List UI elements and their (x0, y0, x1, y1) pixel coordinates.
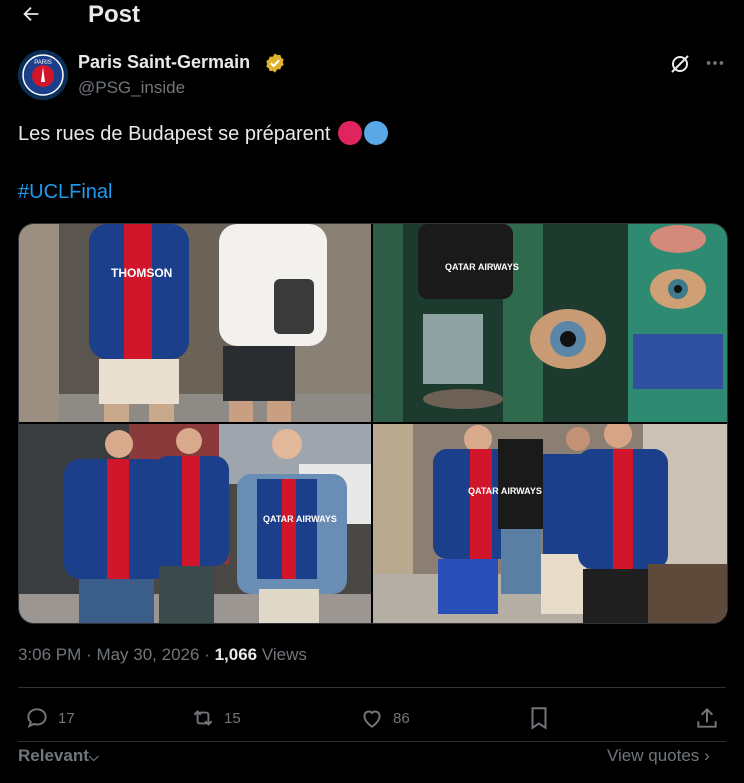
divider (18, 687, 726, 688)
view-quotes-link[interactable]: View quotes › (607, 746, 710, 766)
sort-dropdown[interactable]: Relevant⌵ (18, 746, 99, 766)
photo-2-sponsor-text: QATAR AIRWAYS (445, 262, 519, 272)
meta-separator: · (204, 645, 215, 664)
photo-4[interactable]: QATAR AIRWAYS (373, 424, 727, 623)
photo-2[interactable]: QATAR AIRWAYS (373, 224, 727, 422)
view-quotes-label: View quotes (607, 746, 700, 765)
page-title: Post (88, 1, 141, 28)
reply-button[interactable]: 17 (24, 704, 75, 732)
post-text-content: Les rues de Budapest se préparent (18, 123, 331, 145)
meta-separator: · (86, 645, 97, 664)
reply-count: 17 (58, 709, 75, 727)
heart-icon (363, 710, 381, 728)
photo-1-sponsor-text: THOMSON (111, 266, 173, 280)
avatar[interactable]: PARIS (18, 50, 68, 100)
hashtag-link[interactable]: #UCLFinal (18, 181, 112, 204)
view-count: 1,066 (214, 645, 258, 664)
bookmark-button[interactable] (526, 704, 552, 732)
media-grid: THOMSON QATAR AIRWAYS QATAR AIRWAYS QATA… (18, 223, 728, 624)
share-icon (697, 707, 717, 728)
views-label: Views (261, 645, 307, 664)
blue-circle-emoji (364, 121, 388, 145)
repost-count: 15 (224, 709, 241, 727)
avatar-logo-text: PARIS (34, 60, 52, 66)
photo-3[interactable]: QATAR AIRWAYS (19, 424, 371, 623)
post-date[interactable]: May 30, 2026 (96, 645, 199, 664)
post-text: Les rues de Budapest se préparent (18, 121, 388, 146)
photo-4-sponsor-text: QATAR AIRWAYS (468, 486, 542, 496)
reply-icon (27, 708, 47, 729)
red-circle-emoji (338, 121, 362, 145)
chevron-down-icon: ⌵ (88, 749, 99, 764)
sort-label: Relevant (18, 746, 89, 765)
top-bar: Post (0, 0, 744, 30)
back-arrow-icon[interactable] (20, 3, 42, 25)
verified-badge-icon (264, 52, 286, 74)
post-meta: 3:06 PM · May 30, 2026 · 1,066 Views (18, 645, 307, 665)
bookmark-icon (531, 707, 547, 730)
divider (18, 741, 726, 742)
author-handle[interactable]: @PSG_inside (78, 78, 185, 98)
photo-3-sponsor-text: QATAR AIRWAYS (263, 514, 337, 524)
more-options-icon[interactable] (704, 52, 726, 74)
like-button[interactable]: 86 (359, 704, 410, 732)
author-name[interactable]: Paris Saint-Germain (78, 52, 250, 73)
photo-1[interactable]: THOMSON (19, 224, 371, 422)
like-count: 86 (393, 709, 410, 727)
post-time[interactable]: 3:06 PM (18, 645, 81, 664)
grok-icon[interactable] (668, 52, 692, 76)
share-button[interactable] (694, 704, 720, 732)
repost-button[interactable]: 15 (190, 704, 241, 732)
repost-icon (193, 710, 213, 726)
chevron-right-icon: › (704, 746, 710, 765)
